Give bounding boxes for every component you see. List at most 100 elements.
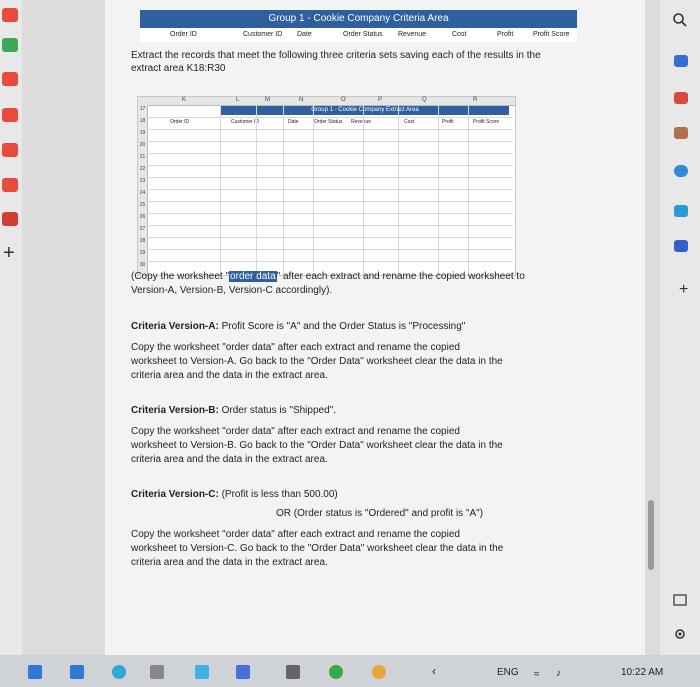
criteria-header: Revenue	[398, 31, 427, 38]
app-icon[interactable]	[674, 165, 688, 177]
criteria-header: Order Status	[343, 31, 383, 38]
column-letter: O	[341, 97, 346, 103]
grid-line	[398, 105, 399, 275]
app-icon[interactable]	[2, 38, 18, 52]
extract-header: Profit Score	[473, 119, 500, 125]
search-icon[interactable]	[672, 12, 688, 28]
extract-area-sheet: K L M N O P Q R Group 1 - Cookie Company…	[137, 96, 516, 276]
criteria-label: Criteria Version-A:	[131, 321, 219, 332]
criteria-text: (Profit is less than 500.00)	[218, 489, 338, 500]
wifi-icon[interactable]: ≈	[534, 669, 540, 680]
app-icon[interactable]	[674, 240, 688, 252]
app-icon[interactable]	[2, 178, 18, 192]
row-number: 22	[139, 166, 146, 172]
app-icon[interactable]	[674, 127, 688, 139]
scrollbar-thumb[interactable]	[648, 500, 654, 570]
row-number: 25	[139, 202, 146, 208]
chevron-up-icon[interactable]: ‹	[432, 664, 436, 678]
highlighted-text[interactable]: order data	[229, 271, 277, 282]
plus-icon[interactable]: +	[3, 243, 15, 263]
app-icon[interactable]	[2, 143, 18, 157]
extract-area-title: Group 1 - Cookie Company Extract Area	[221, 106, 509, 115]
grid-line	[147, 225, 513, 226]
row-number: 26	[139, 214, 146, 220]
criteria-header: Customer ID	[243, 31, 283, 38]
row-number: 27	[139, 226, 146, 232]
app-icon[interactable]	[2, 8, 18, 22]
row-number: 17	[139, 106, 146, 112]
grid-line	[147, 141, 513, 142]
criteria-version-a: Criteria Version-A: Profit Score is "A" …	[131, 320, 465, 333]
app-icon[interactable]	[112, 665, 126, 679]
grid-line	[147, 201, 513, 202]
grid-line	[147, 117, 513, 118]
extract-instruction: extract area K18:R30	[131, 63, 226, 74]
criteria-header: Order ID	[170, 31, 197, 38]
instruction-line: worksheet to Version-A. Go back to the "…	[131, 356, 503, 367]
instruction-line: Copy the worksheet "order data" after ea…	[131, 342, 460, 353]
app-icon[interactable]	[674, 205, 688, 217]
grid-line	[147, 261, 513, 262]
language-indicator[interactable]: ENG	[497, 667, 519, 678]
copy-note: (Copy the worksheet "order data" after e…	[131, 270, 525, 283]
instruction-line: Copy the worksheet "order data" after ea…	[131, 426, 460, 437]
grid-line	[283, 105, 284, 275]
grid-line	[147, 249, 513, 250]
grid-line	[147, 237, 513, 238]
app-icon[interactable]	[674, 92, 688, 104]
extract-header: Date	[288, 119, 299, 125]
instruction-line: criteria area and the data in the extrac…	[131, 557, 328, 568]
instruction-line: Copy the worksheet "order data" after ea…	[131, 529, 460, 540]
column-letter: R	[473, 97, 478, 103]
grid-line	[147, 213, 513, 214]
copy-note-text: " after each extract and rename the copi…	[276, 271, 525, 282]
app-icon[interactable]	[2, 212, 18, 226]
criteria-text: Order status is "Shipped".	[218, 405, 336, 416]
row-number: 29	[139, 250, 146, 256]
grid-line	[147, 177, 513, 178]
taskbar: ‹ ENG ≈ ♪ 10:22 AM	[0, 655, 700, 687]
criteria-text: Profit Score is "A" and the Order Status…	[218, 321, 466, 332]
instruction-line: criteria area and the data in the extrac…	[131, 454, 328, 465]
copy-note-text: (Copy the worksheet "	[131, 271, 230, 282]
column-letter: Q	[422, 97, 427, 103]
app-icon[interactable]	[2, 72, 18, 86]
row-number: 20	[139, 142, 146, 148]
left-sidebar: +	[0, 0, 22, 655]
app-icon[interactable]	[674, 55, 688, 67]
app-icon[interactable]	[150, 665, 164, 679]
column-letter: K	[182, 97, 187, 103]
app-icon[interactable]	[286, 665, 300, 679]
extract-header: Order ID	[170, 119, 190, 125]
criteria-header: Date	[297, 31, 312, 38]
instruction-line: worksheet to Version-B. Go back to the "…	[131, 440, 503, 451]
volume-icon[interactable]: ♪	[556, 668, 561, 679]
start-icon[interactable]	[28, 665, 42, 679]
criteria-header: Profit	[497, 31, 514, 38]
app-icon[interactable]	[236, 665, 250, 679]
window-icon[interactable]	[673, 594, 687, 606]
extract-header: Profit	[442, 119, 454, 125]
criteria-label: Criteria Version-C:	[131, 489, 219, 500]
row-number: 28	[139, 238, 146, 244]
column-letter: P	[378, 97, 383, 103]
row-number: 24	[139, 190, 146, 196]
grid-line	[256, 105, 257, 275]
extract-header: Order Status	[314, 119, 343, 125]
grid-line	[147, 129, 513, 130]
browser-icon[interactable]	[329, 665, 343, 679]
row-number: 19	[139, 130, 146, 136]
app-icon[interactable]	[70, 665, 84, 679]
grid-line	[313, 105, 314, 275]
row-number: 18	[139, 118, 146, 124]
clock[interactable]: 10:22 AM	[621, 667, 663, 678]
criteria-label: Criteria Version-B:	[131, 405, 219, 416]
gear-icon[interactable]	[673, 627, 687, 641]
grid-line	[147, 189, 513, 190]
extract-instruction: Extract the records that meet the follow…	[131, 50, 541, 61]
app-icon[interactable]	[195, 665, 209, 679]
plus-icon[interactable]: +	[679, 282, 688, 298]
app-icon[interactable]	[372, 665, 386, 679]
app-icon[interactable]	[2, 108, 18, 122]
extract-header: Cost	[404, 119, 415, 125]
